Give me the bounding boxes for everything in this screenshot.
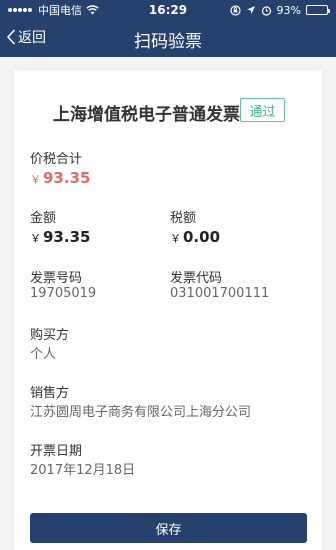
invoice-card: 上海增值税电子普通发票 通过 价税合计 ￥ 93.35 金额 ￥ 93.35 税额 …	[14, 70, 322, 550]
alarm-icon	[261, 5, 271, 16]
seller-label: 销售方	[30, 386, 70, 401]
amount-value: 93.35	[43, 228, 91, 246]
amount-currency: ￥	[30, 232, 41, 245]
amount-label: 金额	[30, 211, 57, 226]
total-value: 93.35	[43, 169, 91, 187]
battery-percent: 93%	[276, 3, 301, 17]
invoice-code-label: 发票代码	[170, 271, 223, 286]
invoice-code-value: 031001700111	[170, 286, 270, 301]
tax-label: 税额	[170, 211, 197, 226]
app-header: 中国电信 16:29 93% 返回 扫码验票	[0, 0, 336, 57]
status-bar: 中国电信 16:29 93%	[0, 0, 336, 20]
total-label: 价税合计	[30, 152, 83, 167]
location-icon	[246, 6, 255, 14]
buyer-value: 个人	[30, 347, 57, 362]
buyer-label: 购买方	[30, 328, 70, 343]
invoice-title: 上海增值税电子普通发票	[53, 105, 240, 125]
status-right: 93%	[229, 3, 330, 17]
total-amount: ￥ 93.35	[30, 169, 90, 187]
navigation-bar: 返回 扫码验票	[0, 20, 336, 57]
invoice-number-value: 19705019	[30, 286, 97, 301]
orientation-lock-icon	[229, 4, 241, 16]
seller-value: 江苏圆周电子商务有限公司上海分公司	[30, 405, 252, 420]
issue-date-label: 开票日期	[30, 444, 83, 459]
verification-status-badge: 通过	[240, 98, 285, 122]
tax-value: 0.00	[183, 228, 221, 246]
invoice-title-row: 上海增值税电子普通发票 通过	[14, 98, 322, 126]
page-title: 扫码验票	[134, 32, 202, 52]
tax-field: ￥ 0.00	[170, 228, 220, 246]
amount-field: ￥ 93.35	[30, 228, 90, 246]
tax-currency: ￥	[170, 232, 181, 245]
battery-icon	[306, 5, 330, 15]
issue-date-value: 2017年12月18日	[30, 463, 136, 478]
total-currency: ￥	[30, 173, 41, 186]
invoice-number-label: 发票号码	[30, 271, 83, 286]
save-button[interactable]: 保存	[30, 513, 307, 543]
